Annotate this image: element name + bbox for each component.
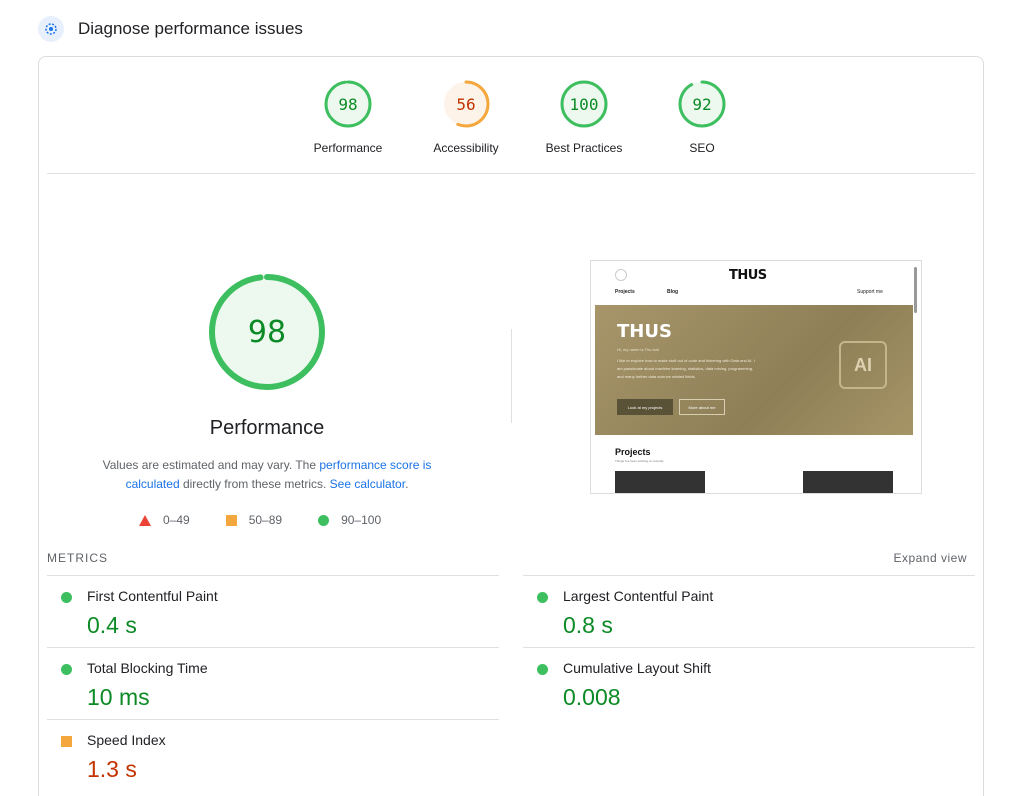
- gauge-score: 56: [456, 95, 475, 114]
- metric-value: 0.008: [563, 684, 621, 710]
- legend-average-label: 50–89: [248, 513, 283, 527]
- page-screenshot[interactable]: THUS Projects Blog Support me THUS Hi, m…: [590, 260, 922, 494]
- thumb-about-button: More about me: [679, 399, 725, 415]
- metric-name: First Contentful Paint: [87, 588, 218, 604]
- search-icon: [615, 269, 627, 281]
- gauge-label: SEO: [689, 141, 715, 155]
- thumb-hero-title: THUS: [617, 321, 672, 342]
- thumb-projects-subtitle: Things I've been working on recently: [615, 459, 664, 463]
- legend-pass-label: 90–100: [341, 513, 382, 527]
- metric-speed-index[interactable]: Speed Index 1.3 s: [47, 719, 499, 791]
- thumb-topbar: THUS Projects Blog Support me: [591, 261, 921, 305]
- ai-chip-icon: AI: [839, 341, 887, 389]
- metric-fcp[interactable]: First Contentful Paint 0.4 s: [47, 575, 499, 647]
- gauge-label: Best Practices: [545, 141, 623, 155]
- legend-fail-label: 0–49: [163, 513, 190, 527]
- metric-value: 0.8 s: [563, 612, 613, 638]
- square-icon: [61, 736, 72, 747]
- vertical-divider: [511, 329, 512, 423]
- gauge-ring: 56: [442, 80, 490, 128]
- metric-value: 1.3 s: [87, 756, 137, 782]
- section-title: Diagnose performance issues: [78, 19, 303, 38]
- performance-main-title: Performance: [209, 417, 325, 439]
- note-text-mid: directly from these metrics.: [179, 477, 330, 491]
- section-header: Diagnose performance issues: [38, 14, 303, 44]
- thumb-nav-blog: Blog: [667, 289, 679, 295]
- legend-fail: 0–49: [139, 513, 190, 527]
- thumb-project-card: [615, 471, 705, 493]
- metric-cls[interactable]: Cumulative Layout Shift 0.008: [523, 647, 975, 719]
- note-text: Values are estimated and may vary. The: [102, 458, 320, 472]
- gauge-score: 98: [338, 95, 357, 114]
- thumb-projects-button: Look at my projects: [617, 399, 673, 415]
- metrics-heading: METRICS: [47, 551, 108, 565]
- metric-name: Total Blocking Time: [87, 660, 208, 676]
- gauge-score: 92: [692, 95, 711, 114]
- metric-lcp[interactable]: Largest Contentful Paint 0.8 s: [523, 575, 975, 647]
- gauge-score: 100: [570, 95, 599, 114]
- gauge-performance[interactable]: 98 Performance: [289, 79, 407, 155]
- square-icon: [225, 514, 237, 526]
- gauge-ring: 98: [324, 80, 372, 128]
- speedometer-icon: [38, 16, 64, 42]
- thumb-nav-support: Support me: [857, 289, 883, 295]
- performance-main-gauge: 98: [207, 272, 327, 392]
- metric-value: 10 ms: [87, 684, 150, 710]
- category-gauges: 98 Performance 56 Accessibility 100 Best Prac…: [289, 79, 761, 155]
- gauge-label: Accessibility: [433, 141, 499, 155]
- thumb-hero-subtitle: Hi, my name is Thu Anh: [617, 347, 660, 352]
- gauge-best-practices[interactable]: 100 Best Practices: [525, 79, 643, 155]
- gauges-divider: [47, 173, 975, 174]
- thumb-projects-title: Projects: [615, 447, 651, 457]
- score-legend: 0–49 50–89 90–100: [139, 513, 417, 527]
- circle-icon: [537, 664, 548, 675]
- legend-average: 50–89: [225, 513, 283, 527]
- score-note: Values are estimated and may vary. The p…: [87, 456, 447, 494]
- thumb-project-card: [803, 471, 893, 493]
- circle-icon: [61, 664, 72, 675]
- metric-value: 0.4 s: [87, 612, 137, 638]
- gauge-accessibility[interactable]: 56 Accessibility: [407, 79, 525, 155]
- thumb-logo: THUS: [729, 268, 767, 283]
- gauge-label: Performance: [313, 141, 383, 155]
- gauge-ring: 92: [678, 80, 726, 128]
- note-text-end: .: [405, 477, 409, 491]
- triangle-icon: [139, 514, 151, 526]
- legend-pass: 90–100: [318, 513, 381, 527]
- thumb-scrollbar: [914, 267, 917, 313]
- report-card: 98 Performance 56 Accessibility 100 Best Prac…: [38, 56, 984, 796]
- performance-main-score: 98: [248, 315, 286, 350]
- expand-view-button[interactable]: Expand view: [893, 551, 967, 565]
- metric-tbt[interactable]: Total Blocking Time 10 ms: [47, 647, 499, 719]
- thumb-hero: THUS Hi, my name is Thu Anh I like to ex…: [595, 305, 913, 435]
- metric-name: Largest Contentful Paint: [563, 588, 714, 604]
- gauge-seo[interactable]: 92 SEO: [643, 79, 761, 155]
- circle-icon: [318, 514, 330, 526]
- thumb-hero-text: I like to explore how to make stuff out …: [617, 358, 755, 379]
- metric-name: Cumulative Layout Shift: [563, 660, 711, 676]
- gauge-ring: 100: [560, 80, 608, 128]
- circle-icon: [61, 592, 72, 603]
- thumb-nav-projects: Projects: [615, 289, 635, 295]
- metric-name: Speed Index: [87, 732, 166, 748]
- circle-icon: [537, 592, 548, 603]
- see-calculator-link[interactable]: See calculator: [330, 477, 405, 491]
